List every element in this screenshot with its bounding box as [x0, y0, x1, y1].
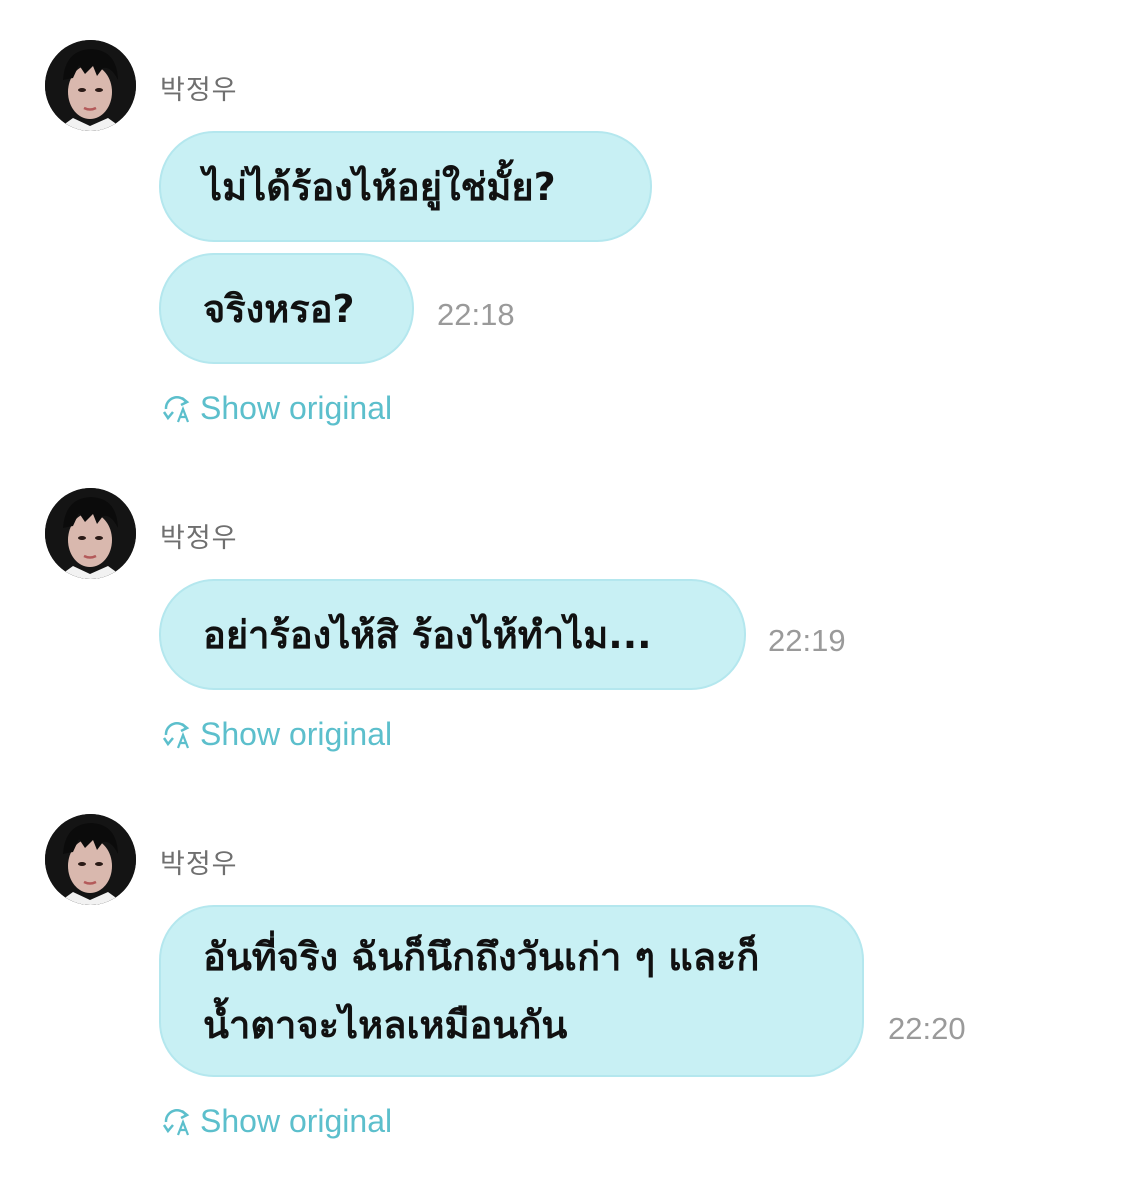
message-text-line: อันที่จริง ฉันก็นึกถึงวันเก่า ๆ และก็	[203, 935, 760, 979]
sender-name: 박정우	[160, 75, 238, 106]
message-text: จริงหรอ?	[203, 286, 355, 331]
show-original-link[interactable]: Show original	[160, 390, 392, 427]
sender-name: 박정우	[160, 849, 238, 880]
message-timestamp: 22:18	[437, 297, 515, 332]
message-text: ไม่ได้ร้องไห้อยู่ใช่มั้ย?	[203, 164, 556, 209]
message-timestamp: 22:19	[768, 623, 846, 658]
message-text: อย่าร้องไห้สิ ร้องไห้ทำไม...	[203, 612, 652, 657]
show-original-link[interactable]: Show original	[160, 716, 392, 753]
message-bubble[interactable]: จริงหรอ?	[159, 253, 414, 364]
message-bubble[interactable]: อันที่จริง ฉันก็นึกถึงวันเก่า ๆ และก็ น้…	[159, 905, 864, 1077]
avatar[interactable]	[45, 814, 136, 905]
avatar[interactable]	[45, 488, 136, 579]
message-bubble[interactable]: อย่าร้องไห้สิ ร้องไห้ทำไม...	[159, 579, 746, 690]
message-bubble[interactable]: ไม่ได้ร้องไห้อยู่ใช่มั้ย?	[159, 131, 652, 242]
message-timestamp: 22:20	[888, 1011, 966, 1046]
show-original-label: Show original	[200, 716, 393, 752]
translate-icon	[160, 718, 194, 752]
show-original-label: Show original	[200, 1103, 393, 1139]
translate-icon	[160, 1105, 194, 1139]
avatar[interactable]	[45, 40, 136, 131]
message-text-line: น้ำตาจะไหลเหมือนกัน	[203, 1003, 568, 1047]
show-original-label: Show original	[200, 390, 393, 426]
sender-name: 박정우	[160, 523, 238, 554]
show-original-link[interactable]: Show original	[160, 1103, 392, 1140]
translate-icon	[160, 392, 194, 426]
